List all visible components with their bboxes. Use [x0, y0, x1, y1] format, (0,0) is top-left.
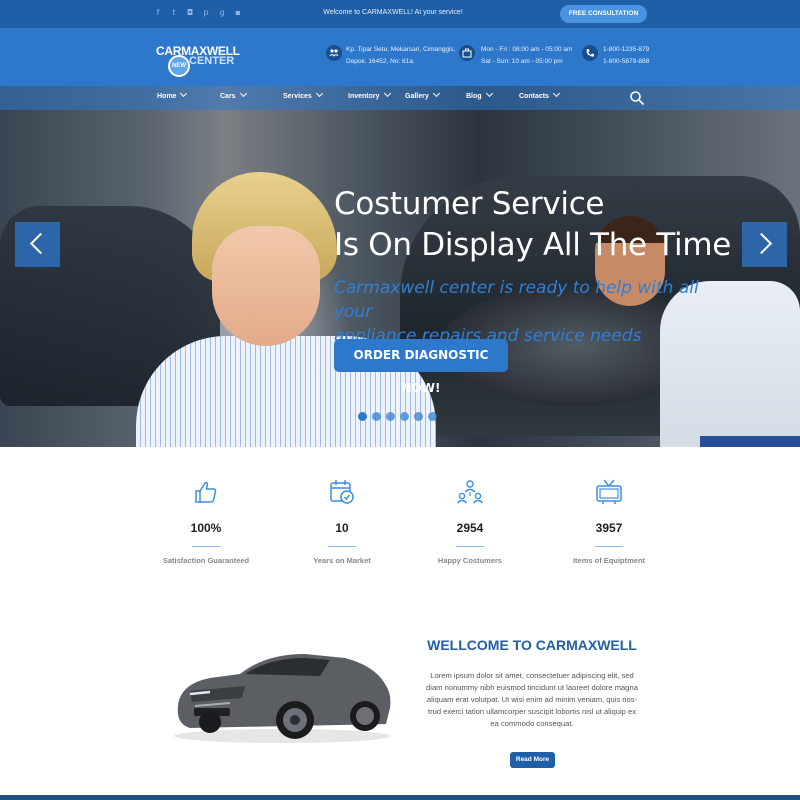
opening-hours: Mon - Fri : 08:00 am - 05:00 am Sat - Su…	[481, 46, 573, 65]
search-icon[interactable]	[629, 90, 645, 106]
phone-numbers: 1-800-1235-879 1-800-5879-888	[603, 46, 650, 65]
woman-image	[212, 226, 320, 346]
chevron-right-icon	[750, 232, 773, 255]
divider	[595, 546, 623, 547]
read-more-button[interactable]: Read More	[510, 752, 555, 768]
calendar-icon	[328, 478, 356, 506]
welcome-message: Welcome to CARMAXWELL! At your service!	[323, 9, 463, 16]
top-bar: f t ◘ p g ▪ Welcome to CARMAXWELL! At yo…	[0, 0, 800, 28]
hero-subtitle: Carmaxwell center is ready to help with …	[334, 278, 699, 346]
instagram-icon[interactable]: ◘	[186, 8, 194, 18]
chevron-left-icon	[29, 232, 52, 255]
people-icon	[456, 478, 484, 506]
mechanic-image	[700, 436, 800, 447]
slider-dot[interactable]	[358, 412, 367, 421]
slider-dot[interactable]	[372, 412, 381, 421]
slider-dot[interactable]	[386, 412, 395, 421]
nav-item-contacts[interactable]: Contacts	[519, 89, 560, 100]
welcome-text: Lorem ipsum dolor sit amet, consectetuer…	[426, 671, 638, 728]
stat-years: 10 Years on Market	[272, 478, 412, 565]
chevron-down-icon	[485, 89, 493, 98]
main-nav	[0, 86, 800, 110]
divider	[328, 546, 356, 547]
logo[interactable]: CARMAXWELL NEW CENTER	[156, 44, 246, 84]
social-links: f t ◘ p g ▪	[154, 8, 242, 18]
tv-icon	[595, 478, 623, 506]
free-consultation-button[interactable]: FREE CONSULTATION	[560, 5, 647, 23]
hero-title: Costumer Service Is On Display All The T…	[334, 186, 732, 263]
slider-dots	[358, 412, 437, 421]
slider-prev-button[interactable]	[15, 222, 60, 267]
briefcase-icon	[459, 45, 475, 61]
footer-strip	[0, 795, 800, 800]
slider-next-button[interactable]	[742, 222, 787, 267]
address: Kp. Tipar Setu, Mekarsari, Cimanggis, De…	[346, 46, 456, 65]
twitter-icon[interactable]: t	[170, 8, 178, 18]
chevron-down-icon	[383, 89, 391, 98]
car-image	[170, 636, 395, 746]
divider	[192, 546, 220, 547]
pinterest-icon[interactable]: p	[202, 8, 210, 18]
logo-badge: NEW	[168, 55, 190, 77]
divider	[456, 546, 484, 547]
slider-dot[interactable]	[400, 412, 409, 421]
slider-dot[interactable]	[414, 412, 423, 421]
facebook-icon[interactable]: f	[154, 8, 162, 18]
stat-satisfaction: 100% Satisfaction Guaranteed	[136, 478, 276, 565]
order-diagnostic-button[interactable]: ORDER DIAGNOSTIC NOW!	[334, 339, 508, 395]
nav-item-services[interactable]: Services	[283, 89, 323, 100]
nav-item-gallery[interactable]: Gallery	[405, 89, 440, 100]
youtube-icon[interactable]: ▪	[234, 8, 242, 18]
chevron-down-icon	[239, 89, 247, 98]
google-plus-icon[interactable]: g	[218, 8, 226, 18]
nav-item-blog[interactable]: Blog	[466, 89, 493, 100]
nav-item-cars[interactable]: Cars	[220, 89, 247, 100]
thumbs-up-icon	[192, 478, 220, 506]
nav-item-inventory[interactable]: Inventory	[348, 89, 391, 100]
logo-subtext: CENTER	[189, 55, 235, 67]
slider-dot[interactable]	[428, 412, 437, 421]
location-icon	[326, 45, 342, 61]
stat-equipment: 3957 Items of Equiptment	[539, 478, 679, 565]
stat-customers: 2954 Happy Costumers	[400, 478, 540, 565]
nav-item-home[interactable]: Home	[157, 89, 188, 100]
hero-slider	[0, 86, 800, 447]
welcome-title: WELLCOME TO CARMAXWELL	[427, 637, 637, 653]
phone-icon	[582, 45, 598, 61]
